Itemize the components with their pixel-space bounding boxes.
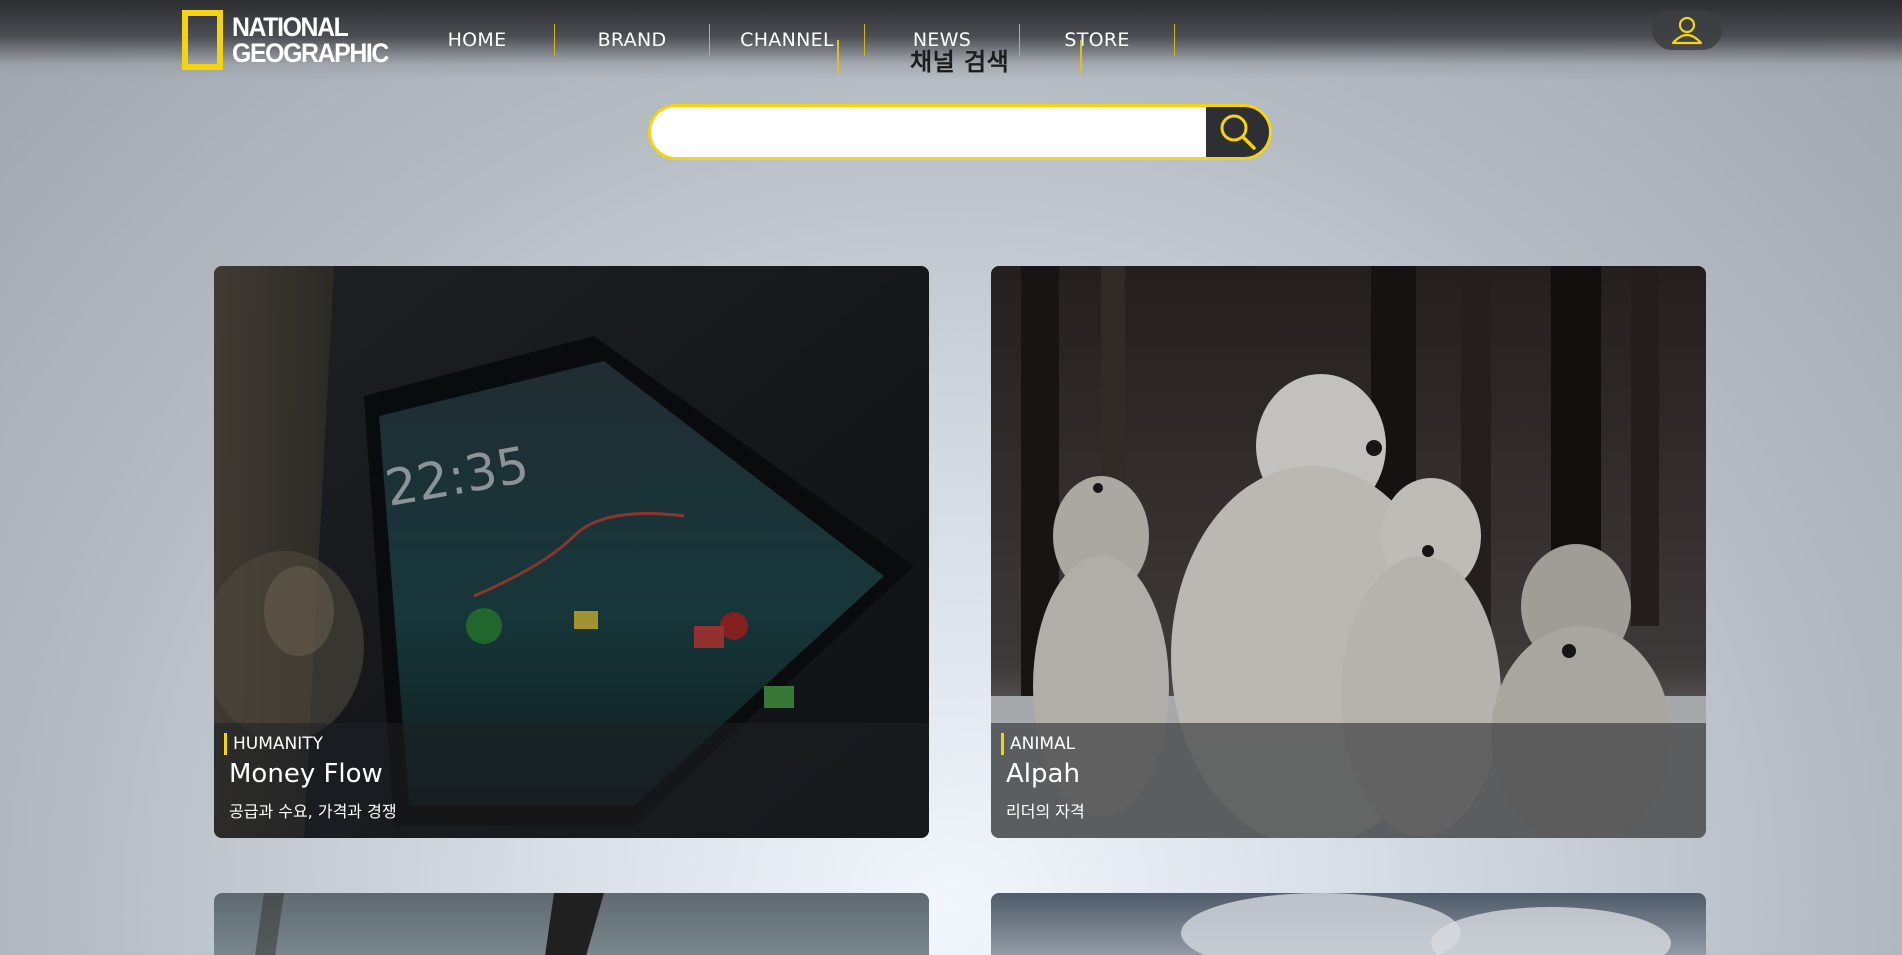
- partial-image: [255, 893, 604, 955]
- card-category: HUMANITY: [224, 733, 323, 755]
- card-info: ANIMAL Alpah 리더의 자격: [991, 723, 1706, 838]
- nav-home[interactable]: HOME: [400, 24, 555, 56]
- card-title: Money Flow: [229, 759, 383, 789]
- card-category: ANIMAL: [1001, 733, 1075, 755]
- search-input[interactable]: [651, 107, 1206, 157]
- card-title: Alpah: [1006, 759, 1080, 789]
- search-button[interactable]: [1206, 107, 1269, 157]
- channel-card-partial-left[interactable]: [214, 893, 929, 955]
- user-icon: [1671, 16, 1703, 45]
- main-nav: HOME BRAND CHANNEL NEWS STORE: [400, 24, 1175, 56]
- page-title: 채널 검색: [910, 48, 1010, 76]
- card-description: 리더의 자격: [1006, 802, 1085, 821]
- nav-brand[interactable]: BRAND: [555, 24, 710, 56]
- logo-text: NATIONAL GEOGRAPHIC: [232, 12, 389, 68]
- logo-line-2: GEOGRAPHIC: [232, 38, 389, 68]
- title-divider-left: [837, 40, 839, 74]
- channel-card-alpah[interactable]: ANIMAL Alpah 리더의 자격: [991, 266, 1706, 838]
- channel-search-bar: [648, 104, 1272, 160]
- nav-store[interactable]: STORE: [1020, 24, 1175, 56]
- channel-card-money-flow[interactable]: 22:35 HUMANITY Money Flow 공급과 수요, 가격과 경쟁: [214, 266, 929, 838]
- card-description: 공급과 수요, 가격과 경쟁: [229, 802, 397, 821]
- channel-card-partial-right[interactable]: [991, 893, 1706, 955]
- logo-line-1: NATIONAL: [232, 12, 349, 42]
- logo-yellow-border: [182, 10, 223, 70]
- card-info: HUMANITY Money Flow 공급과 수요, 가격과 경쟁: [214, 723, 929, 838]
- nav-channel[interactable]: CHANNEL: [710, 24, 865, 56]
- national-geographic-logo[interactable]: NATIONAL GEOGRAPHIC: [182, 10, 402, 70]
- partial-image: [1181, 893, 1671, 955]
- search-icon: [1220, 114, 1256, 150]
- user-button[interactable]: [1652, 10, 1722, 50]
- title-divider-right: [1080, 40, 1082, 74]
